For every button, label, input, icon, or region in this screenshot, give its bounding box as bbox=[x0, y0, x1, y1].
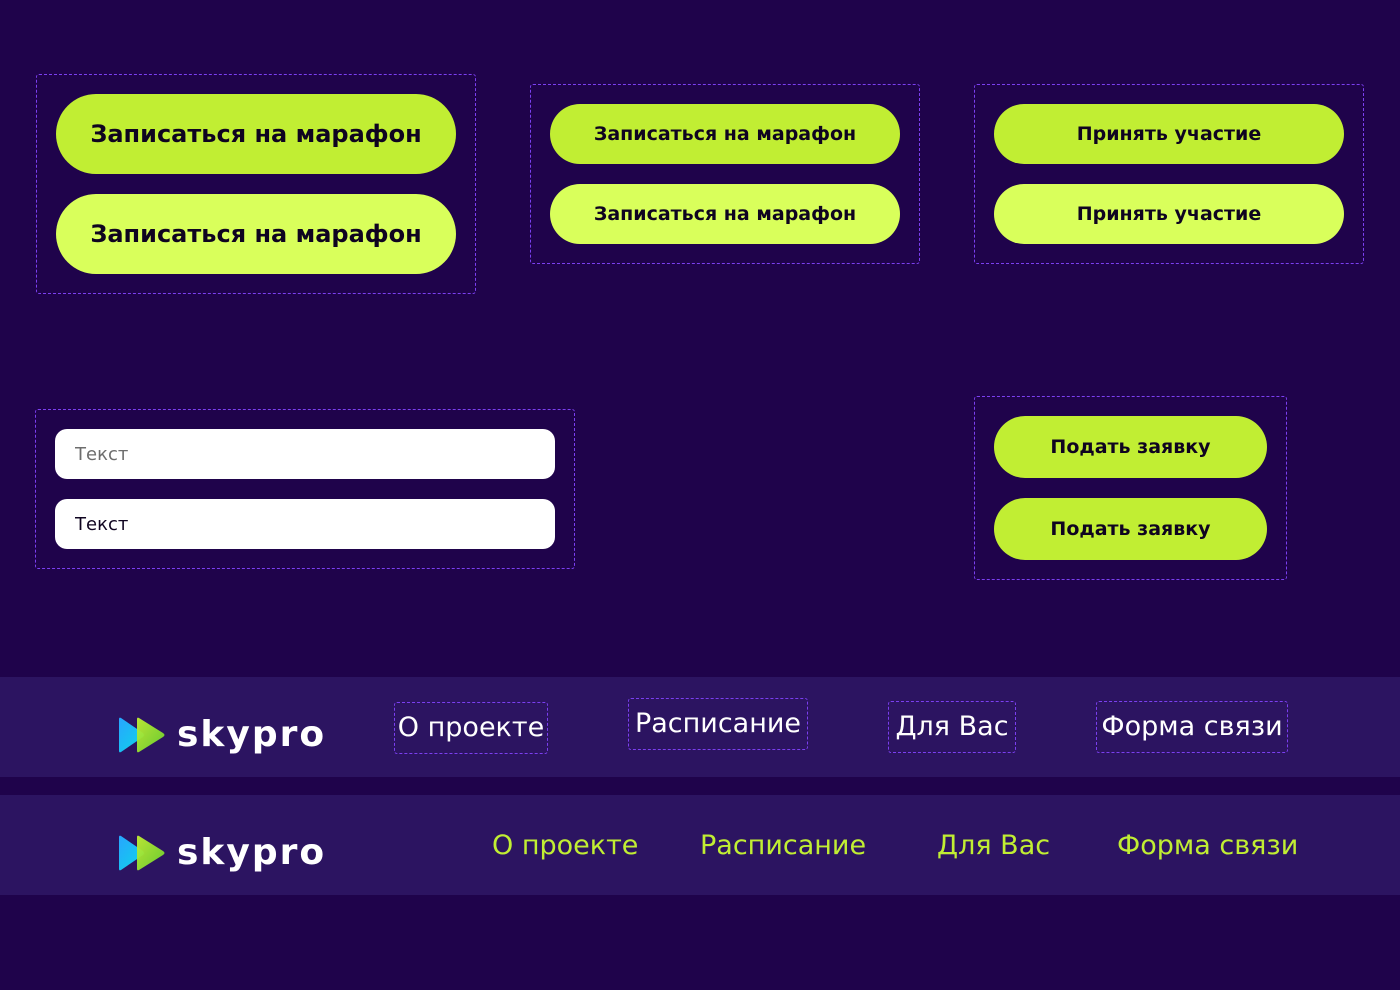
text-input-filled[interactable] bbox=[55, 499, 555, 549]
navbar-variant-white: skypro О проекте Расписание Для Вас Форм… bbox=[0, 677, 1400, 777]
logo-wordmark: skypro bbox=[177, 832, 327, 873]
marathon-button-medium-hover[interactable]: Записаться на марафон bbox=[550, 184, 900, 244]
nav-link-schedule[interactable]: Расписание bbox=[700, 828, 866, 864]
participate-button-hover[interactable]: Принять участие bbox=[994, 184, 1344, 244]
play-double-arrow-icon bbox=[119, 717, 165, 753]
marathon-button-medium-default[interactable]: Записаться на марафон bbox=[550, 104, 900, 164]
logo-wordmark: skypro bbox=[177, 714, 327, 755]
text-input-empty[interactable] bbox=[55, 429, 555, 479]
skypro-logo[interactable]: skypro bbox=[117, 717, 326, 753]
nav-link-about[interactable]: О проекте bbox=[394, 702, 548, 754]
marathon-button-large-hover[interactable]: Записаться на марафон bbox=[56, 194, 456, 274]
nav-link-contact[interactable]: Форма связи bbox=[1117, 828, 1298, 864]
play-double-arrow-icon bbox=[119, 835, 165, 871]
navbar-variant-green: skypro О проекте Расписание Для Вас Форм… bbox=[0, 795, 1400, 895]
nav-link-schedule[interactable]: Расписание bbox=[628, 698, 808, 750]
apply-button-default[interactable]: Подать заявку bbox=[994, 416, 1267, 478]
nav-link-about[interactable]: О проекте bbox=[492, 828, 638, 864]
apply-button-hover[interactable]: Подать заявку bbox=[994, 498, 1267, 560]
marathon-button-large-default[interactable]: Записаться на марафон bbox=[56, 94, 456, 174]
nav-link-contact[interactable]: Форма связи bbox=[1096, 701, 1288, 753]
participate-button-default[interactable]: Принять участие bbox=[994, 104, 1344, 164]
skypro-logo[interactable]: skypro bbox=[117, 835, 326, 871]
nav-link-for-you[interactable]: Для Вас bbox=[937, 828, 1050, 864]
nav-link-for-you[interactable]: Для Вас bbox=[888, 701, 1016, 753]
